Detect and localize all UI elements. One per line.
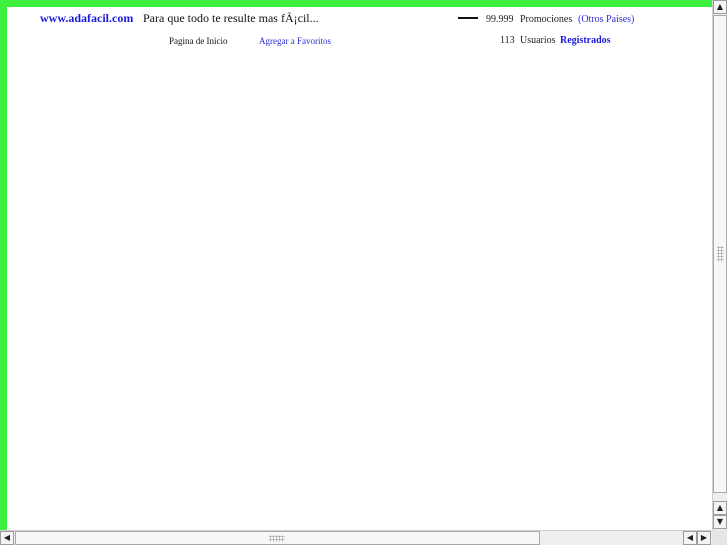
page-content: www.adafacil.com Para que todo te result… [7, 7, 712, 530]
grip-icon [717, 246, 724, 262]
site-link[interactable]: www.adafacil.com [40, 11, 133, 26]
scroll-left-icon[interactable]: ◀ [0, 531, 14, 545]
vertical-scroll-thumb[interactable] [713, 15, 727, 493]
horizontal-scrollbar[interactable]: ◀ ◀ ▶ [0, 530, 712, 545]
other-countries-link[interactable]: (Otros Paises) [578, 14, 634, 25]
tagline: Para que todo te resulte mas fÃ¡cil... [143, 11, 319, 25]
separator-dash [458, 17, 478, 19]
scroll-down-icon[interactable]: ▼ [713, 515, 727, 529]
scroll-up-icon-lower[interactable]: ▲ [713, 501, 727, 515]
scroll-up-icon[interactable]: ▲ [713, 0, 727, 14]
users-count: 113 [500, 35, 515, 46]
grip-icon [269, 535, 285, 542]
home-link[interactable]: Pagina de Inicio [169, 36, 227, 46]
scrollbar-corner [712, 530, 727, 545]
users-label: Usuarios [520, 35, 556, 46]
scroll-left-icon-right[interactable]: ◀ [683, 531, 697, 545]
add-favorites-link[interactable]: Agregar a Favoritos [259, 36, 331, 46]
registered-link[interactable]: Registrados [560, 35, 611, 46]
promotions-count: 99.999 [486, 14, 514, 25]
vertical-scrollbar[interactable]: ▲ ▲ ▼ [712, 0, 727, 530]
promotions-label: Promociones [520, 14, 573, 25]
horizontal-scroll-thumb[interactable] [15, 531, 540, 545]
scroll-right-icon[interactable]: ▶ [697, 531, 711, 545]
